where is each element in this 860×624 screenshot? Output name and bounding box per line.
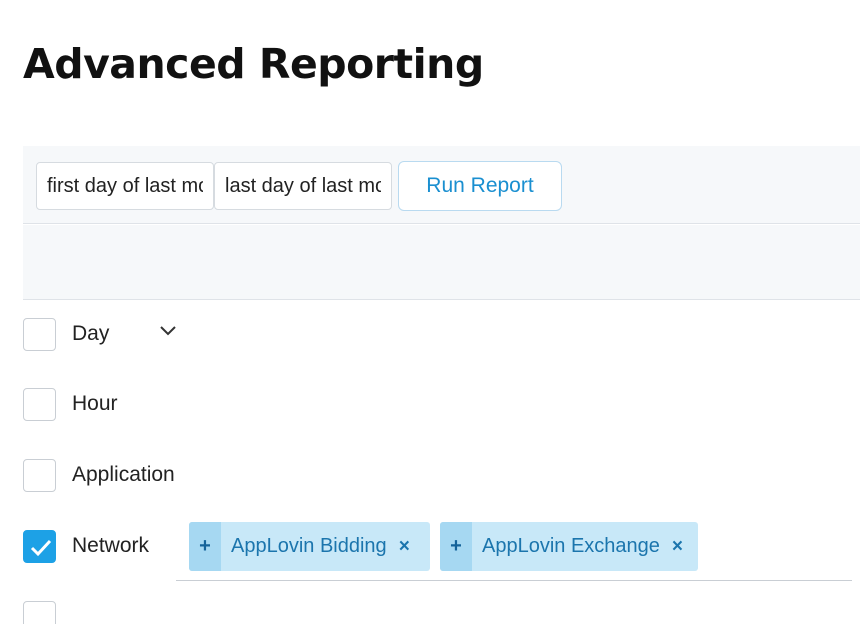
plus-icon[interactable]: +	[440, 522, 472, 571]
filter-bar	[23, 225, 860, 300]
day-checkbox[interactable]	[23, 318, 56, 351]
page-title: Advanced Reporting	[23, 40, 484, 88]
end-date-input[interactable]	[214, 162, 392, 210]
partial-checkbox[interactable]	[23, 601, 56, 624]
close-icon[interactable]: ×	[672, 536, 696, 558]
chevron-down-icon[interactable]	[158, 324, 178, 343]
dimension-row-day: Day	[23, 318, 853, 352]
tag-label: AppLovin Bidding	[231, 535, 387, 557]
day-label: Day	[72, 322, 110, 345]
network-tag-applovin-exchange: + AppLovin Exchange ×	[440, 522, 698, 571]
application-checkbox[interactable]	[23, 459, 56, 492]
network-checkbox[interactable]	[23, 530, 56, 563]
start-date-input[interactable]	[36, 162, 214, 210]
dimension-row-hour: Hour	[23, 388, 853, 422]
checkmark-icon	[30, 539, 52, 557]
application-label: Application	[72, 463, 175, 486]
close-icon[interactable]: ×	[399, 536, 423, 558]
dimension-row-partial	[23, 601, 853, 624]
network-tag-applovin-bidding: + AppLovin Bidding ×	[189, 522, 430, 571]
hour-checkbox[interactable]	[23, 388, 56, 421]
dimension-row-network: Network	[23, 530, 853, 564]
network-label: Network	[72, 534, 150, 557]
dimension-row-application: Application	[23, 459, 853, 493]
report-toolbar: Run Report	[23, 146, 860, 224]
hour-label: Hour	[72, 392, 118, 415]
run-report-button[interactable]: Run Report	[398, 161, 562, 211]
plus-icon[interactable]: +	[189, 522, 221, 571]
tag-input-underline	[176, 580, 852, 581]
tag-label: AppLovin Exchange	[482, 535, 660, 557]
